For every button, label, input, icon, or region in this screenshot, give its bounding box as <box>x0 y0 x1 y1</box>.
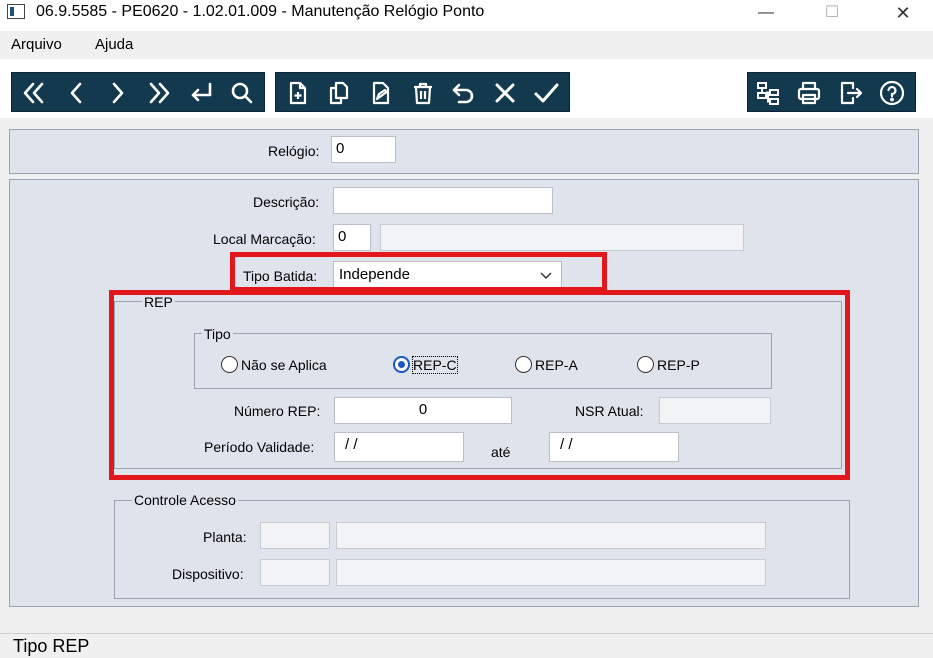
relogio-label: Relógio: <box>268 143 320 159</box>
radio-circle <box>637 356 654 373</box>
edit-toolbar <box>275 72 570 112</box>
first-record-icon[interactable] <box>18 77 50 109</box>
next-record-icon[interactable] <box>102 77 134 109</box>
app-icon <box>7 4 25 19</box>
numero-rep-label: Número REP: <box>234 403 321 419</box>
menu-ajuda[interactable]: Ajuda <box>95 36 133 53</box>
descricao-label: Descrição: <box>253 194 320 210</box>
local-marcacao-description <box>380 224 744 251</box>
tipo-group-title: Tipo <box>202 326 233 342</box>
controle-acesso-title: Controle Acesso <box>132 492 238 508</box>
local-marcacao-input[interactable]: 0 <box>333 224 371 251</box>
dispositivo-description <box>336 559 766 586</box>
minimize-button[interactable]: — <box>743 0 789 27</box>
dispositivo-label: Dispositivo: <box>172 566 244 582</box>
print-icon[interactable] <box>793 77 825 109</box>
radio-label: REP-C <box>412 355 458 374</box>
radio-rep-c[interactable]: REP-C <box>393 355 458 374</box>
radio-label: REP-P <box>657 356 700 373</box>
tipo-batida-select[interactable]: Independe <box>333 261 562 289</box>
radio-nao-se-aplica[interactable]: Não se Aplica <box>221 356 327 373</box>
previous-record-icon[interactable] <box>60 77 92 109</box>
last-record-icon[interactable] <box>143 77 175 109</box>
radio-rep-a[interactable]: REP-A <box>515 356 578 373</box>
extra-toolbar <box>747 72 916 112</box>
descricao-input[interactable] <box>333 187 553 214</box>
rep-group-title: REP <box>142 294 175 310</box>
search-icon[interactable] <box>226 77 258 109</box>
radio-circle <box>221 356 238 373</box>
goto-record-icon[interactable] <box>185 77 217 109</box>
planta-code-input <box>260 522 330 549</box>
window-title: 06.9.5585 - PE0620 - 1.02.01.009 - Manut… <box>36 3 485 20</box>
structure-icon[interactable] <box>752 77 784 109</box>
new-record-icon[interactable] <box>282 77 314 109</box>
nsr-atual-label: NSR Atual: <box>575 403 644 419</box>
undo-icon[interactable] <box>448 77 480 109</box>
delete-record-icon[interactable] <box>407 77 439 109</box>
exit-icon[interactable] <box>835 77 867 109</box>
status-bar: Tipo REP <box>0 633 933 658</box>
planta-description <box>336 522 766 549</box>
radio-circle-checked <box>393 356 410 373</box>
numero-rep-input[interactable]: 0 <box>334 397 512 424</box>
local-marcacao-label: Local Marcação: <box>213 231 316 247</box>
help-icon[interactable] <box>876 77 908 109</box>
cancel-icon[interactable] <box>489 77 521 109</box>
tipo-batida-value: Independe <box>339 266 410 283</box>
copy-record-icon[interactable] <box>323 77 355 109</box>
close-button[interactable]: ✕ <box>880 0 926 27</box>
status-text: Tipo REP <box>13 636 90 656</box>
radio-label: Não se Aplica <box>241 356 327 373</box>
periodo-validade-to[interactable]: / / <box>549 432 679 462</box>
navigation-toolbar <box>11 72 265 112</box>
ate-label: até <box>491 444 511 460</box>
title-bar: 06.9.5585 - PE0620 - 1.02.01.009 - Manut… <box>0 0 933 27</box>
relogio-input[interactable]: 0 <box>331 136 396 163</box>
menu-arquivo[interactable]: Arquivo <box>11 36 62 53</box>
main-panel: Descrição: Local Marcação: 0 Tipo Batida… <box>9 179 919 607</box>
tipo-batida-label: Tipo Batida: <box>243 268 318 284</box>
periodo-validade-from[interactable]: / / <box>334 432 464 462</box>
radio-rep-p[interactable]: REP-P <box>637 356 700 373</box>
radio-circle <box>515 356 532 373</box>
save-icon[interactable] <box>530 77 562 109</box>
periodo-validade-label: Período Validade: <box>204 439 315 455</box>
chevron-down-icon <box>540 272 552 280</box>
edit-record-icon[interactable] <box>365 77 397 109</box>
nsr-atual-input <box>659 397 771 424</box>
menu-bar: Arquivo Ajuda <box>0 31 933 59</box>
planta-label: Planta: <box>203 529 247 545</box>
maximize-button[interactable]: ☐ <box>809 0 855 27</box>
dispositivo-code-input <box>260 559 330 586</box>
radio-label: REP-A <box>535 356 578 373</box>
header-panel: Relógio: 0 <box>9 129 919 174</box>
